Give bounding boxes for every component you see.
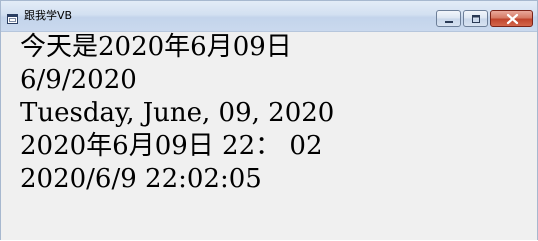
output-line-short-date: 6/9/2020 bbox=[20, 65, 137, 95]
form-window: 跟我学VB 今天是2020年6月09日 6/9/2020 Tuesday, Ju… bbox=[0, 0, 538, 240]
form-client-area: 今天是2020年6月09日 6/9/2020 Tuesday, June, 09… bbox=[1, 32, 537, 241]
maximize-button[interactable] bbox=[463, 10, 488, 27]
app-window-icon[interactable] bbox=[7, 11, 18, 24]
maximize-icon bbox=[472, 15, 480, 23]
minimize-icon bbox=[445, 21, 453, 23]
output-line-date-chinese: 今天是2020年6月09日 bbox=[20, 32, 292, 62]
output-line-long-date: Tuesday, June, 09, 2020 bbox=[20, 98, 335, 128]
close-button[interactable] bbox=[490, 10, 533, 27]
output-line-date-time-chinese: 2020年6月09日 22： 02 bbox=[20, 131, 323, 161]
close-icon bbox=[506, 13, 519, 25]
title-bar[interactable]: 跟我学VB bbox=[1, 1, 537, 32]
minimize-button[interactable] bbox=[436, 10, 461, 27]
output-line-general-date: 2020/6/9 22:02:05 bbox=[20, 164, 262, 194]
window-title: 跟我学VB bbox=[24, 9, 73, 22]
